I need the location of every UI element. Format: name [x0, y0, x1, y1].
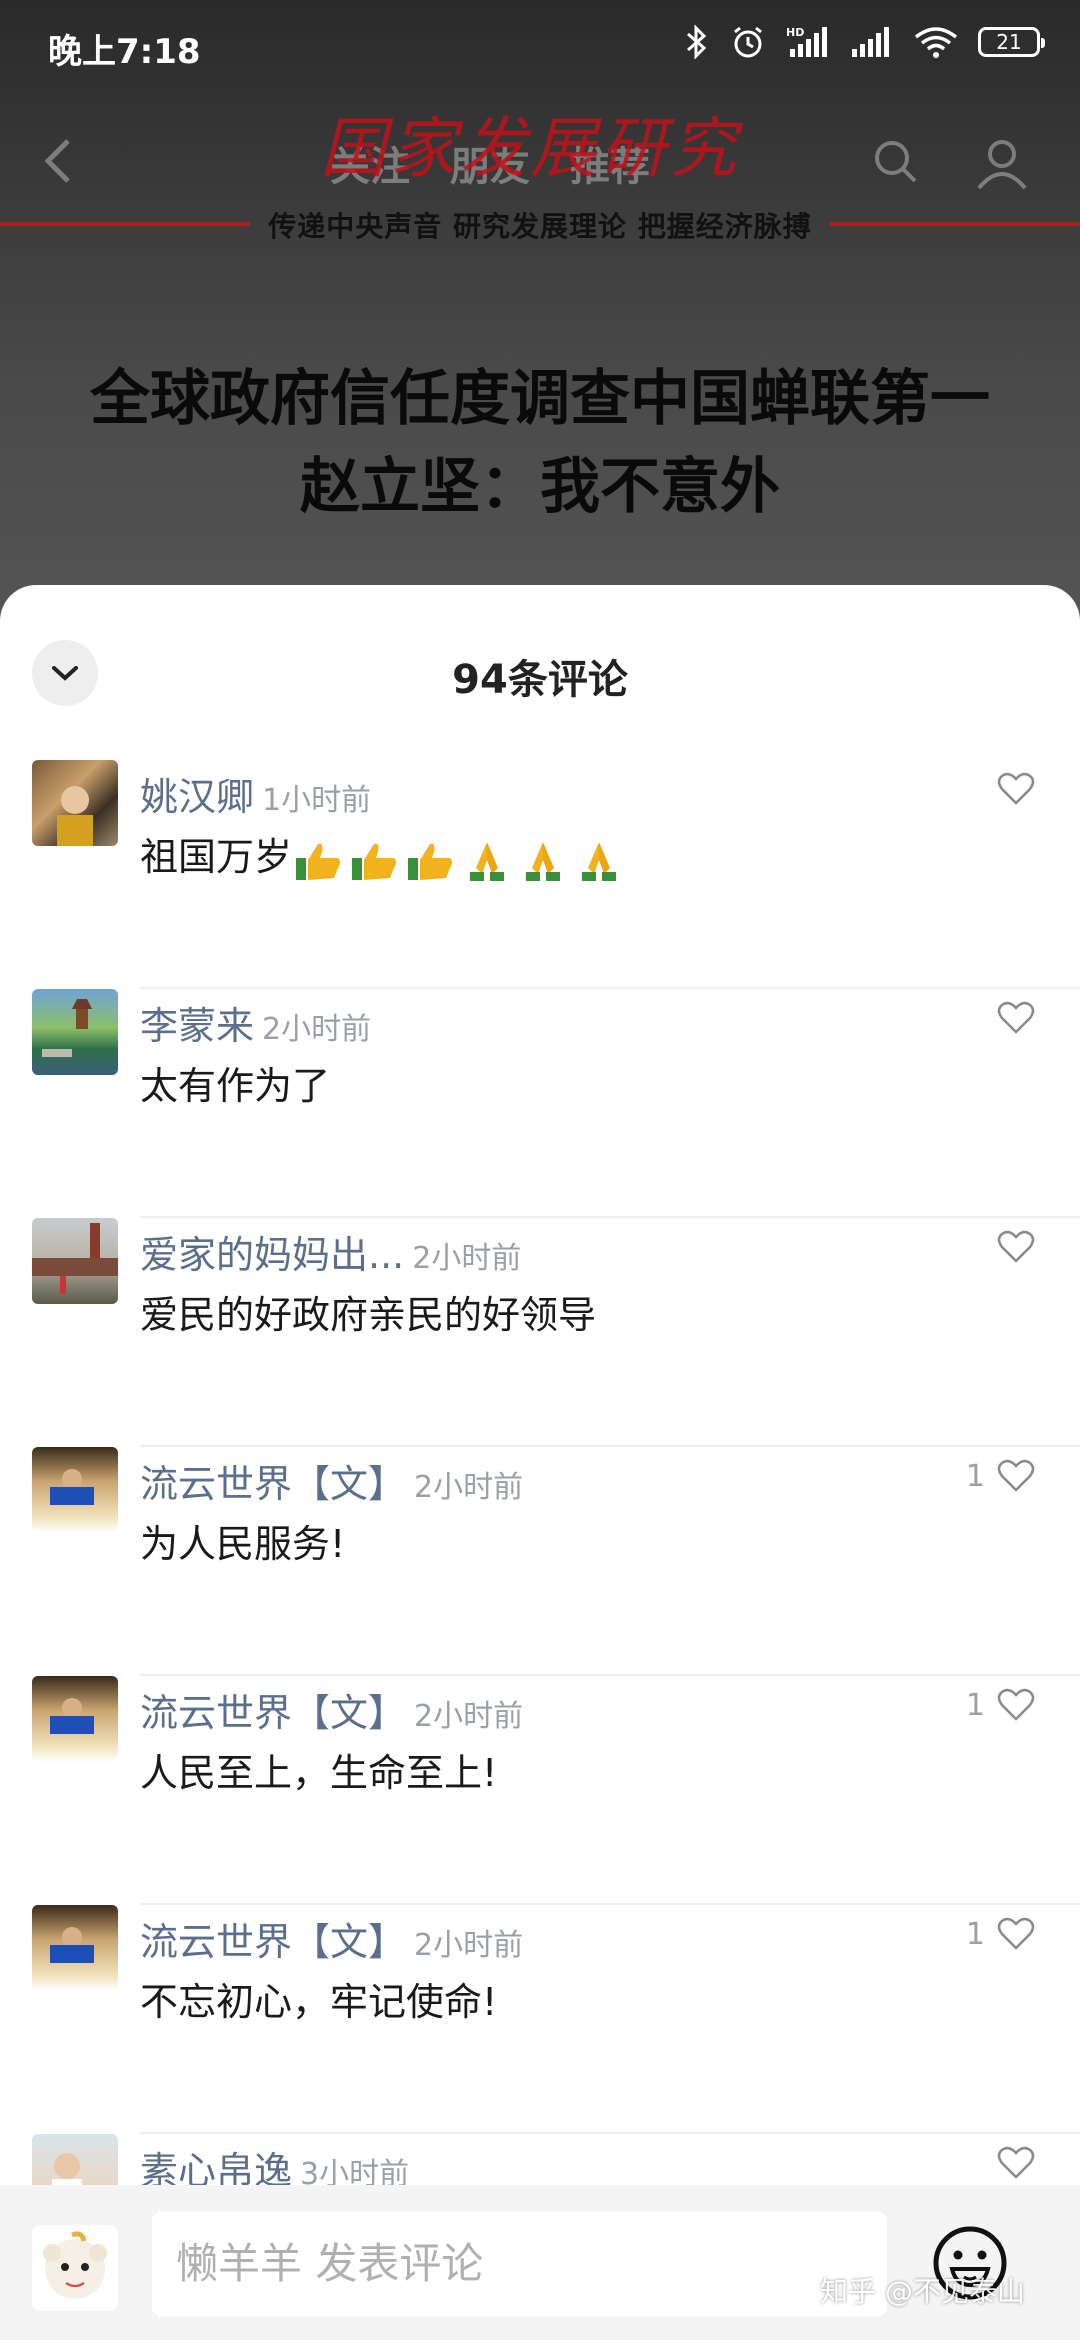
my-avatar[interactable] [32, 2225, 118, 2311]
comment-text: 为人民服务! [140, 1522, 346, 1566]
comment-author[interactable]: 姚汉卿 1小时前 [140, 766, 371, 821]
thumbs-up-icon [296, 843, 341, 880]
search-icon[interactable] [870, 136, 920, 186]
heart-icon[interactable] [996, 1913, 1036, 1953]
wifi-icon [914, 27, 958, 58]
comment-input[interactable]: 懒羊羊 发表评论 [152, 2211, 887, 2317]
author-name[interactable]: 姚汉卿 [140, 775, 254, 819]
heart-icon[interactable] [996, 1455, 1036, 1495]
slogan: 传递中央声音 研究发展理论 把握经济脉搏 [268, 210, 812, 243]
comment-item[interactable]: 李蒙来 2小时前 太有作为了 [0, 989, 1080, 1218]
comment-item[interactable]: 流云世界【文】 2小时前 人民至上，生命至上! 1 [0, 1676, 1080, 1905]
hd-signal-icon: HD [786, 26, 827, 57]
avatar[interactable] [32, 1447, 118, 1533]
comment-time: 2小时前 [262, 1012, 372, 1047]
sheet-header: 94条评论 [0, 585, 1080, 760]
bluetooth-icon [687, 24, 707, 60]
emoji-row [294, 838, 624, 882]
heart-icon[interactable] [996, 768, 1036, 808]
alarm-icon [734, 26, 762, 58]
thumbs-up-icon [408, 843, 453, 880]
comment-author[interactable]: 流云世界【文】 2小时前 [140, 1453, 523, 1508]
comment-time: 2小时前 [412, 1241, 522, 1276]
like-count: 1 [965, 1917, 985, 1952]
thumbs-up-icon [352, 843, 397, 880]
article-headline: 全球政府信任度调查中国蝉联第一 赵立坚：我不意外 [0, 355, 1080, 531]
author-name[interactable]: 流云世界【文】 [140, 1920, 406, 1964]
comment-item[interactable]: 姚汉卿 1小时前 祖国万岁 [0, 760, 1080, 989]
comment-text: 祖国万岁 [140, 826, 624, 882]
watermark: 知乎 @不见泰山 [820, 2275, 1025, 2308]
like-count: 1 [965, 1459, 985, 1494]
comment-time: 2小时前 [414, 1928, 524, 1963]
comment-item[interactable]: 流云世界【文】 2小时前 不忘初心，牢记使命! 1 [0, 1905, 1080, 2134]
avatar[interactable] [32, 989, 118, 1075]
heart-icon[interactable] [996, 2142, 1036, 2182]
svg-text:HD: HD [786, 26, 804, 39]
back-icon[interactable] [38, 136, 78, 186]
status-time: 晚上7:18 [48, 32, 201, 72]
signal-icon [852, 27, 889, 57]
comment-time: 2小时前 [414, 1699, 524, 1734]
comment-item[interactable]: 爱家的妈妈出... 2小时前 爱民的好政府亲民的好领导 [0, 1218, 1080, 1447]
heart-icon[interactable] [996, 997, 1036, 1037]
heart-icon[interactable] [996, 1226, 1036, 1266]
status-icons: HD 21 [684, 24, 1045, 60]
author-name[interactable]: 流云世界【文】 [140, 1462, 406, 1506]
headline-line-2: 赵立坚：我不意外 [300, 452, 780, 522]
comment-item[interactable]: 流云世界【文】 2小时前 为人民服务! 1 [0, 1447, 1080, 1676]
comment-author[interactable]: 爱家的妈妈出... 2小时前 [140, 1224, 521, 1279]
comment-text: 人民至上，生命至上! [140, 1751, 498, 1795]
praying-hands-icon [526, 841, 561, 881]
comment-count-title: 94条评论 [452, 657, 628, 703]
comment-author[interactable]: 李蒙来 2小时前 [140, 995, 371, 1050]
like-count: 1 [965, 1688, 985, 1723]
comment-text: 不忘初心，牢记使命! [140, 1980, 498, 2024]
comment-time: 1小时前 [262, 783, 372, 818]
comment-input-bar: 懒羊羊 发表评论 [0, 2185, 1080, 2340]
status-bar: 晚上7:18 HD 21 [0, 0, 1080, 90]
brand-logo: 国家发展研究 [320, 110, 740, 187]
author-name[interactable]: 李蒙来 [140, 1004, 254, 1048]
author-name[interactable]: 爱家的妈妈出... [140, 1233, 404, 1277]
praying-hands-icon [470, 841, 505, 881]
comment-text: 爱民的好政府亲民的好领导 [140, 1293, 597, 1337]
battery-icon: 21 [978, 27, 1045, 57]
avatar[interactable] [32, 1905, 118, 1991]
article-background: 晚上7:18 HD 21 关注 朋友 推荐 国家发展研究 传递中央声音 研究发展… [0, 0, 1080, 640]
comment-text: 太有作为了 [140, 1064, 331, 1108]
comment-sheet: 94条评论 姚汉卿 1小时前 祖国万岁 李蒙来 2小时前 太有作为了 爱家的妈妈… [0, 585, 1080, 2340]
avatar[interactable] [32, 1676, 118, 1762]
comment-body: 祖国万岁 [140, 835, 293, 879]
avatar[interactable] [32, 760, 118, 846]
praying-hands-icon [582, 841, 617, 881]
headline-line-1: 全球政府信任度调查中国蝉联第一 [90, 364, 990, 434]
comment-author[interactable]: 流云世界【文】 2小时前 [140, 1911, 523, 1966]
author-name[interactable]: 流云世界【文】 [140, 1691, 406, 1735]
comment-time: 2小时前 [414, 1470, 524, 1505]
heart-icon[interactable] [996, 1684, 1036, 1724]
avatar[interactable] [32, 1218, 118, 1304]
comment-author[interactable]: 流云世界【文】 2小时前 [140, 1682, 523, 1737]
user-icon[interactable] [975, 136, 1029, 190]
